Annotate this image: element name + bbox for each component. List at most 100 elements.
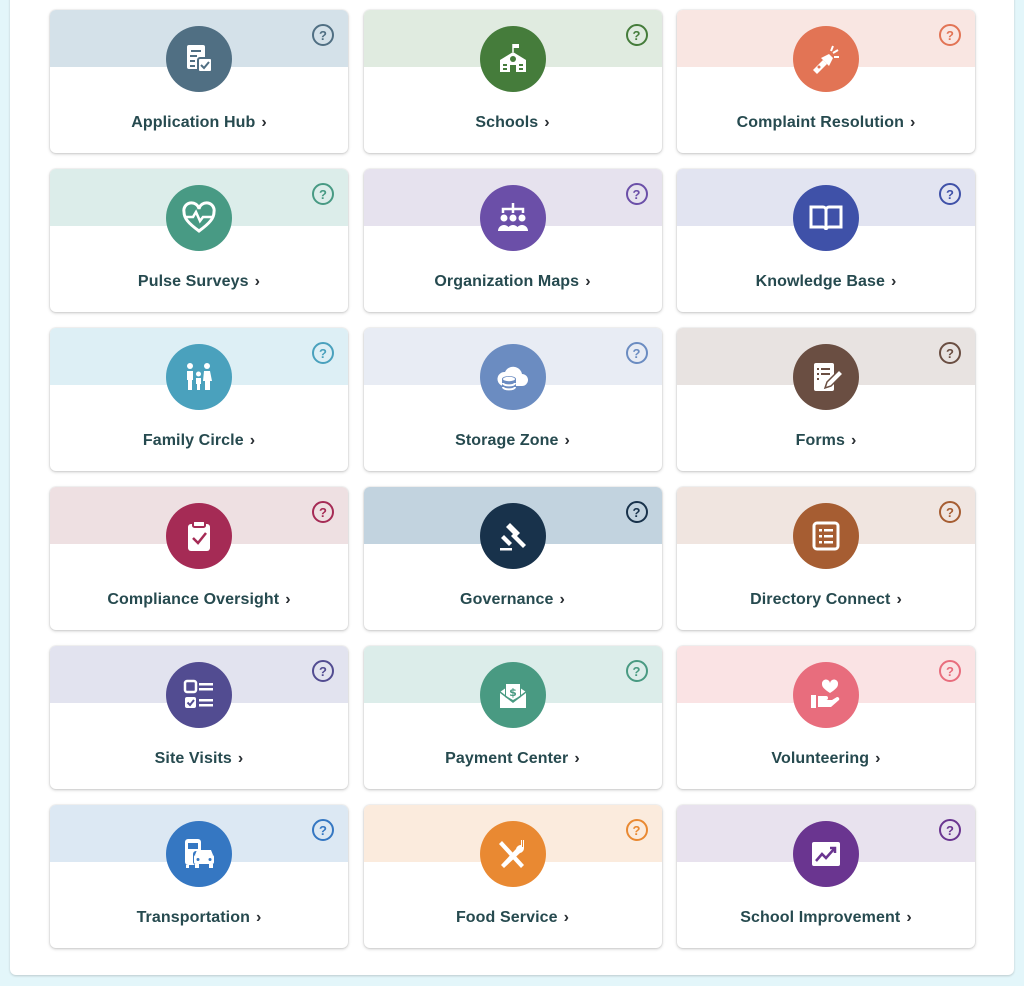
tile-label-row: Volunteering › <box>677 750 975 768</box>
chevron-right-icon: › <box>261 114 267 131</box>
help-icon[interactable]: ? <box>939 501 961 523</box>
org-chart-icon <box>497 203 528 231</box>
help-glyph: ? <box>632 822 641 838</box>
cloud-database-icon <box>496 366 528 391</box>
tile-icon-circle <box>793 662 859 728</box>
app-tile-application-hub[interactable]: ? Application Hub › <box>50 10 348 153</box>
app-tile-governance[interactable]: ? Governance › <box>363 487 662 630</box>
app-tile-volunteering[interactable]: ? Volunteering › <box>677 646 975 789</box>
help-icon[interactable]: ? <box>312 24 334 46</box>
app-tile-compliance-oversight[interactable]: ? Compliance Oversight › <box>50 487 348 630</box>
tile-label-row: Organization Maps › <box>364 273 662 291</box>
chevron-right-icon: › <box>585 273 591 290</box>
help-glyph: ? <box>319 663 327 679</box>
chevron-right-icon: › <box>237 750 244 767</box>
tile-label-row: Transportation › <box>50 909 348 927</box>
help-icon[interactable]: ? <box>312 501 334 523</box>
help-icon[interactable]: ? <box>312 660 334 682</box>
application-form-icon <box>187 45 213 73</box>
trend-chart-icon <box>812 842 840 866</box>
utensils-icon <box>498 840 524 868</box>
school-building-icon <box>499 44 526 72</box>
app-tile-food-service[interactable]: ? Food Service › <box>363 805 662 948</box>
tile-label-row: Governance › <box>364 591 662 609</box>
tile-label: Pulse Surveys <box>137 273 249 290</box>
help-icon[interactable]: ? <box>625 501 648 523</box>
help-glyph: ? <box>632 186 641 202</box>
tile-icon-circle <box>793 821 859 887</box>
tile-label: Volunteering <box>771 750 870 767</box>
help-icon[interactable]: ? <box>625 183 648 205</box>
app-tile-transportation[interactable]: ? Transportation › <box>50 805 348 948</box>
app-tile-complaint-resolution[interactable]: ? Complaint Resolution › <box>677 10 975 153</box>
help-glyph: ? <box>946 663 954 679</box>
chevron-right-icon: › <box>285 591 291 608</box>
form-edit-icon <box>814 363 845 391</box>
help-icon[interactable]: ? <box>625 24 648 46</box>
tile-label: Governance <box>460 591 554 608</box>
app-tile-pulse-surveys[interactable]: ? Pulse Surveys › <box>50 169 348 312</box>
help-icon[interactable]: ? <box>939 342 961 364</box>
tile-label-row: Directory Connect › <box>677 591 975 609</box>
chevron-right-icon: › <box>254 273 261 290</box>
app-tile-site-visits[interactable]: ? Site Visits › <box>50 646 348 789</box>
app-tile-directory-connect[interactable]: ? Directory Connect › <box>677 487 975 630</box>
tile-label-row: Complaint Resolution › <box>677 114 975 132</box>
tile-label: Application Hub <box>131 114 256 131</box>
app-tile-payment-center[interactable]: ? $ Payment Center › <box>363 646 662 789</box>
help-icon[interactable]: ? <box>939 183 961 205</box>
help-glyph: ? <box>632 663 641 679</box>
app-tile-family-circle[interactable]: ? Family Circle › <box>50 328 348 471</box>
app-tile-storage-zone[interactable]: ? Storage Zone › <box>363 328 662 471</box>
tile-label-row: Pulse Surveys › <box>50 273 348 291</box>
tile-label-row: Application Hub › <box>50 114 348 132</box>
tile-icon-circle <box>793 344 859 410</box>
tile-label: Compliance Oversight <box>107 591 280 608</box>
help-icon[interactable]: ? <box>312 183 334 205</box>
help-icon[interactable]: ? <box>939 24 961 46</box>
help-icon[interactable]: ? <box>939 660 961 682</box>
app-tile-school-improvement[interactable]: ? School Improvement › <box>677 805 975 948</box>
chevron-right-icon: › <box>574 750 580 767</box>
help-icon[interactable]: ? <box>625 660 648 682</box>
tile-label-row: Compliance Oversight › <box>50 591 348 609</box>
help-icon[interactable]: ? <box>939 819 961 841</box>
family-icon <box>187 363 212 390</box>
app-tile-grid: ? Application Hub › ? Schools › ? Complain… <box>50 10 975 948</box>
chevron-right-icon: › <box>850 432 857 449</box>
chevron-right-icon: › <box>875 750 881 767</box>
tile-icon-circle <box>166 26 232 92</box>
help-icon[interactable]: ? <box>625 342 648 364</box>
tile-label: School Improvement <box>740 909 901 926</box>
tile-label-row: School Improvement › <box>677 909 975 927</box>
bus-car-icon <box>185 839 215 868</box>
help-icon[interactable]: ? <box>625 819 648 841</box>
help-glyph: ? <box>319 504 327 520</box>
help-glyph: ? <box>319 27 327 43</box>
help-icon[interactable]: ? <box>312 342 334 364</box>
svg-text:$: $ <box>509 686 517 699</box>
help-glyph: ? <box>319 186 327 202</box>
tile-icon-circle: $ <box>479 662 546 728</box>
app-tile-forms[interactable]: ? Forms › <box>677 328 975 471</box>
help-icon[interactable]: ? <box>312 819 334 841</box>
tile-icon-circle <box>479 26 546 92</box>
chevron-right-icon: › <box>563 909 570 926</box>
app-tile-organization-maps[interactable]: ? Organization Maps › <box>363 169 662 312</box>
tile-icon-circle <box>479 344 546 410</box>
help-glyph: ? <box>946 504 954 520</box>
flashlight-icon <box>813 45 839 74</box>
app-tile-knowledge-base[interactable]: ? Knowledge Base › <box>677 169 975 312</box>
tile-label-row: Forms › <box>677 432 975 450</box>
tile-label: Directory Connect <box>750 591 891 608</box>
chevron-right-icon: › <box>891 273 897 290</box>
help-glyph: ? <box>946 27 954 43</box>
tile-icon-circle <box>479 185 546 251</box>
gavel-icon <box>499 523 526 551</box>
tile-icon-circle <box>479 821 546 887</box>
app-tile-schools[interactable]: ? Schools › <box>363 10 662 153</box>
tile-label: Family Circle <box>142 432 244 449</box>
open-book-icon <box>809 205 843 231</box>
tile-icon-circle <box>166 662 232 728</box>
tile-label-row: Knowledge Base › <box>677 273 975 291</box>
